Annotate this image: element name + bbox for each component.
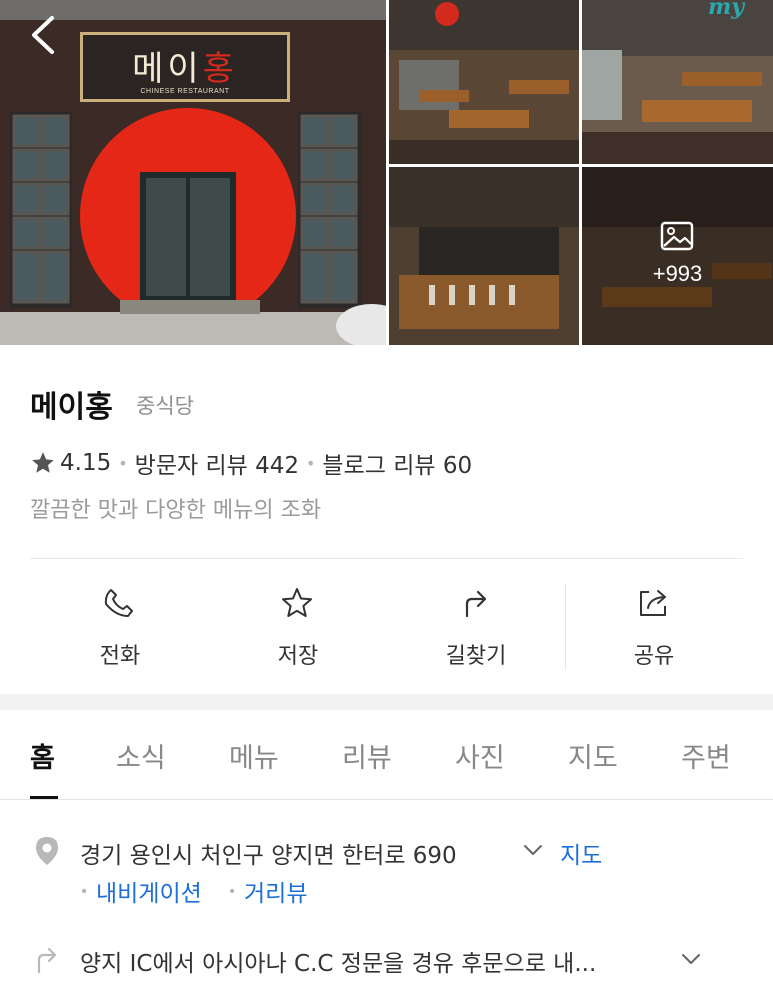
tab-menu[interactable]: 메뉴 [229, 736, 279, 775]
directions-note: 양지 IC에서 아시아나 C.C 정문을 경유 후문으로 내... [80, 951, 597, 977]
interior-illustration-3 [389, 167, 579, 345]
tab-review[interactable]: 리뷰 [342, 736, 392, 775]
share-label: 공유 [633, 644, 675, 669]
image-gallery-icon [660, 221, 694, 251]
rating-row: 4.15 • 방문자 리뷰 442 • 블로그 리뷰 60 [30, 446, 472, 480]
map-link[interactable]: 지도 [560, 836, 602, 870]
tab-news[interactable]: 소식 [116, 736, 166, 775]
star-icon [32, 452, 54, 473]
sign-name-part2: 홍 [202, 49, 238, 89]
share-button[interactable]: 공유 [564, 560, 744, 692]
place-name: 메이홍 [30, 390, 113, 425]
active-tab-indicator [30, 796, 58, 799]
my-badge-text: my [708, 0, 745, 20]
tab-map[interactable]: 지도 [568, 736, 618, 775]
place-category: 중식당 [136, 394, 194, 418]
phone-icon [104, 589, 133, 617]
location-pin-icon [36, 837, 58, 865]
turn-arrow-icon [37, 947, 57, 974]
divider [30, 558, 743, 559]
tab-home[interactable]: 홈 [30, 736, 55, 775]
action-bar: 전화 저장 길찾기 공유 [0, 560, 773, 692]
call-label: 전화 [99, 644, 141, 669]
interior-photo-1[interactable] [389, 0, 579, 164]
place-description: 깔끔한 맛과 다양한 메뉴의 조화 [30, 498, 322, 523]
more-photos-tile[interactable]: +993 [582, 167, 773, 345]
save-button[interactable]: 저장 [208, 560, 388, 692]
action-separator [565, 584, 566, 670]
save-label: 저장 [277, 644, 319, 669]
more-photos-count: +993 [652, 261, 703, 286]
interior-photo-2[interactable]: my [582, 0, 773, 164]
visitor-reviews-link[interactable]: 방문자 리뷰 442 [135, 446, 299, 480]
restaurant-sign: 메이홍 CHINESE RESTAURANT [80, 32, 290, 102]
interior-photo-3[interactable] [389, 167, 579, 345]
sign-name-part1: 메이 [132, 49, 203, 89]
tab-nearby[interactable]: 주변 [681, 736, 731, 775]
interior-illustration-2 [582, 0, 773, 164]
blog-reviews-link[interactable]: 블로그 리뷰 60 [322, 446, 472, 480]
streetview-link[interactable]: 거리뷰 [244, 874, 307, 908]
back-arrow-icon[interactable] [24, 12, 64, 58]
chevron-down-icon[interactable] [522, 842, 544, 858]
tab-bar: 홈 소식 메뉴 리뷰 사진 지도 주변 [0, 710, 773, 800]
storefront-photo[interactable]: 메이홍 CHINESE RESTAURANT [0, 0, 386, 345]
directions-arrow-icon [465, 590, 487, 618]
sign-subtitle: CHINESE RESTAURANT [140, 88, 230, 95]
section-gap [0, 694, 773, 710]
share-icon [640, 590, 666, 616]
star-outline-icon [282, 588, 312, 617]
rating-value: 4.15 [60, 450, 112, 476]
photo-gallery: 메이홍 CHINESE RESTAURANT my +993 [0, 0, 773, 345]
directions-button[interactable]: 길찾기 [386, 560, 566, 692]
call-button[interactable]: 전화 [30, 560, 210, 692]
navigation-link[interactable]: 내비게이션 [96, 874, 202, 908]
expand-chevron-icon[interactable] [680, 951, 702, 967]
tab-photo[interactable]: 사진 [455, 736, 505, 775]
interior-illustration-1 [389, 0, 579, 164]
directions-label: 길찾기 [445, 644, 507, 669]
address-text: 경기 용인시 처인구 양지면 한터로 690 [80, 843, 457, 869]
